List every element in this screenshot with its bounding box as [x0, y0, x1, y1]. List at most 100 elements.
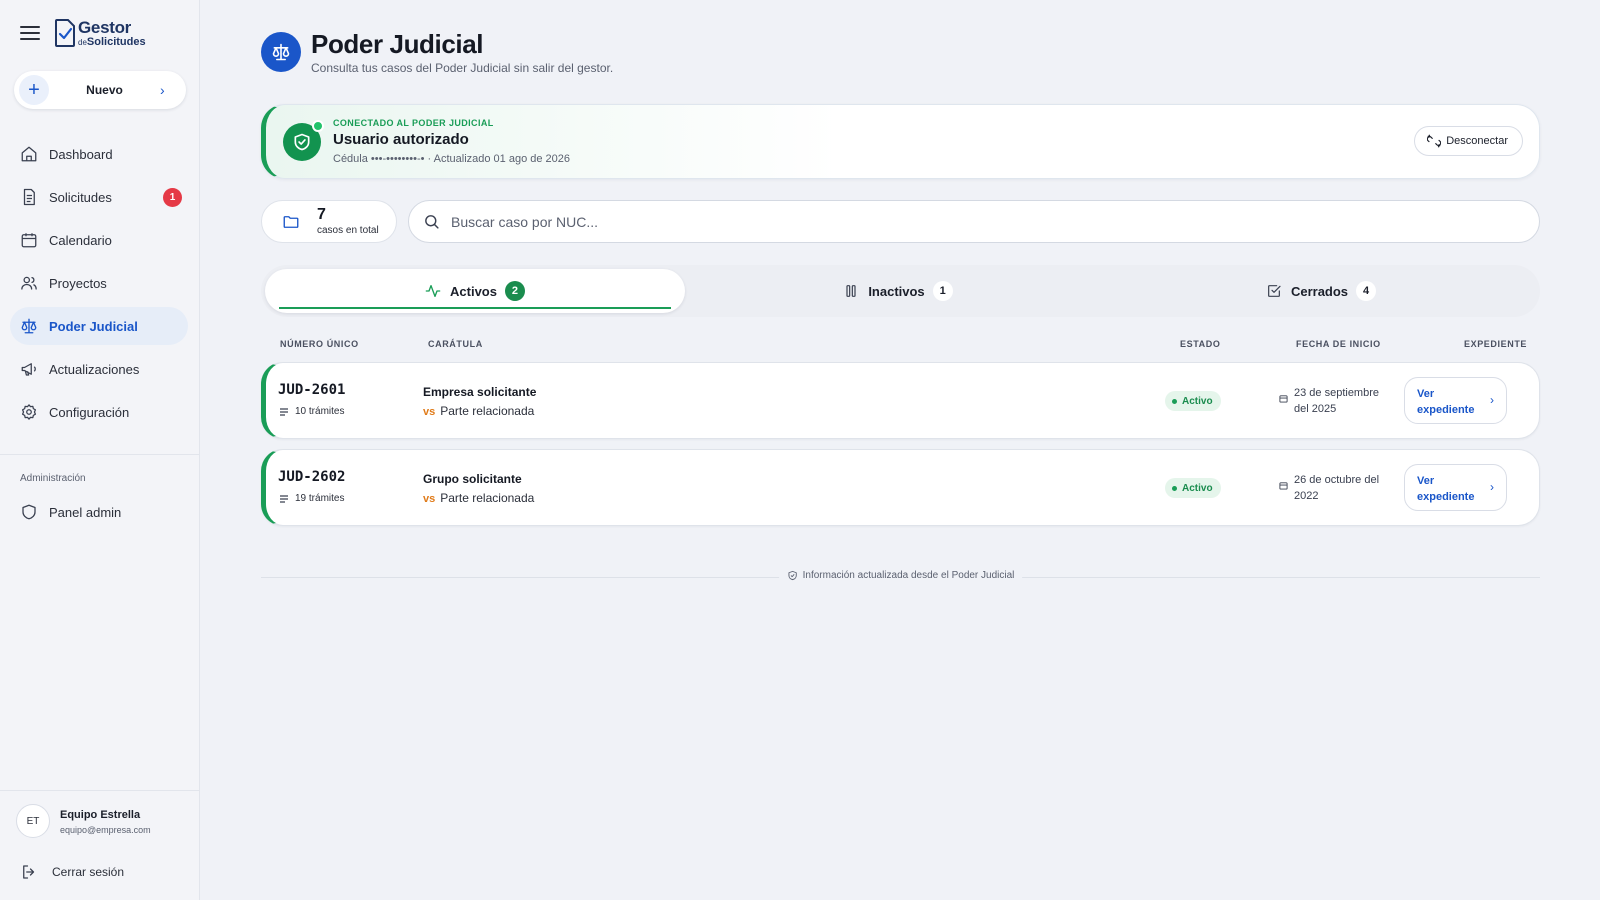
table-header: NÚMERO ÚNICO CARÁTULA ESTADO FECHA DE IN…	[261, 339, 1540, 353]
logout-icon	[23, 865, 35, 879]
chevron-right-icon: ›	[1490, 393, 1494, 407]
page-subtitle: Consulta tus casos del Poder Judicial si…	[311, 61, 614, 75]
sidebar-item-proyectos[interactable]: Proyectos	[10, 264, 188, 302]
brand: Gestor deSolicitudes	[20, 18, 146, 48]
activity-icon	[425, 285, 441, 297]
sidebar-item-label: Poder Judicial	[49, 318, 138, 334]
tab-activos[interactable]: Activos 2	[265, 269, 685, 313]
page-title: Poder Judicial	[311, 29, 484, 59]
folder-icon	[283, 215, 299, 228]
document-check-icon	[55, 19, 75, 47]
chevron-right-icon: ›	[160, 82, 165, 98]
connection-status-card: CONECTADO AL PODER JUDICIAL Usuario auto…	[261, 104, 1540, 179]
user-name: Equipo Estrella	[60, 809, 141, 821]
tab-label: Activos	[450, 283, 497, 299]
calendar-icon	[1279, 395, 1288, 403]
check-square-icon	[1268, 285, 1281, 297]
app-logo[interactable]: Gestor deSolicitudes	[54, 18, 146, 48]
column-header-estado: ESTADO	[1180, 339, 1221, 349]
calendar-icon	[1279, 482, 1288, 490]
table-row: JUD-2601 10 trámites Empresa solicitante…	[261, 362, 1540, 439]
search-icon	[425, 215, 439, 229]
case-party-opponent: vs Parte relacionada	[423, 491, 535, 505]
logo-title: Gestor	[78, 17, 131, 37]
status-badge: Activo	[1165, 391, 1221, 411]
tab-label: Cerrados	[1290, 283, 1349, 299]
tab-count: 2	[504, 281, 525, 301]
shield-check-icon	[787, 570, 797, 581]
logo-subtitle: deSolicitudes	[78, 35, 146, 48]
sidebar-item-solicitudes[interactable]: Solicitudes 1	[10, 178, 188, 216]
sidebar-item-dashboard[interactable]: Dashboard	[10, 135, 188, 173]
column-header-fecha: FECHA DE INICIO	[1296, 339, 1381, 349]
sidebar-item-label: Proyectos	[49, 275, 107, 291]
list-icon	[280, 494, 288, 503]
total-cases-card: 7 casos en total	[261, 200, 397, 243]
case-status-tabs: Activos 2 Inactivos 1 Cerrados 4	[261, 265, 1540, 317]
disconnect-button[interactable]: Desconectar	[1414, 126, 1523, 156]
panel-admin-link[interactable]: Panel admin	[10, 493, 188, 531]
sidebar-item-label: Calendario	[49, 232, 112, 248]
data-source-note: Información actualizada desde el Poder J…	[261, 570, 1540, 584]
case-number: JUD-2601	[278, 382, 346, 398]
main-content: Poder Judicial Consulta tus casos del Po…	[200, 0, 1600, 900]
scales-icon	[261, 32, 301, 72]
document-icon	[23, 188, 35, 206]
column-header-expediente: EXPEDIENTE	[1464, 339, 1528, 349]
tab-label: Inactivos	[868, 283, 925, 299]
unlink-icon	[1427, 134, 1442, 148]
case-party-opponent: vs Parte relacionada	[423, 404, 535, 418]
search-input[interactable]	[451, 213, 1501, 230]
scales-icon	[21, 318, 37, 334]
megaphone-icon	[21, 363, 36, 376]
users-icon	[21, 276, 37, 290]
page-header: Poder Judicial Consulta tus casos del Po…	[261, 29, 613, 75]
menu-icon[interactable]	[20, 26, 40, 40]
view-file-label: Ver expediente	[1417, 388, 1475, 416]
case-tramites: 10 trámites	[279, 406, 344, 417]
search-bar	[408, 200, 1540, 243]
tab-inactivos[interactable]: Inactivos 1	[688, 269, 1108, 313]
user-profile: ET Equipo Estrella equipo@empresa.com Ce…	[0, 790, 200, 900]
connection-title: Usuario autorizado	[333, 131, 469, 148]
status-badge: Activo	[1165, 478, 1221, 498]
sidebar-item-label: Actualizaciones	[49, 361, 140, 377]
online-indicator	[312, 120, 324, 132]
view-file-button[interactable]: Ver expediente ›	[1404, 464, 1507, 511]
case-start-date: 26 de octubre del 2022	[1279, 472, 1389, 504]
home-icon	[21, 146, 37, 162]
total-cases-label: casos en total	[317, 225, 379, 236]
list-icon	[280, 407, 288, 416]
view-file-button[interactable]: Ver expediente ›	[1404, 377, 1507, 424]
case-start-date: 23 de septiembre del 2025	[1279, 385, 1389, 417]
tab-cerrados[interactable]: Cerrados 4	[1111, 269, 1531, 313]
sidebar-nav: Dashboard Solicitudes 1 Calendario Proye…	[0, 135, 200, 436]
column-header-caratula: CARÁTULA	[428, 339, 483, 349]
sidebar-item-label: Solicitudes	[49, 189, 112, 205]
new-button-label: Nuevo	[86, 83, 123, 97]
tab-count: 1	[932, 281, 953, 301]
sidebar-item-poder-judicial[interactable]: Poder Judicial	[10, 307, 188, 345]
case-party-main: Grupo solicitante	[423, 472, 522, 486]
plus-icon: +	[19, 75, 49, 105]
sidebar-item-label: Configuración	[49, 404, 130, 420]
case-number: JUD-2602	[278, 469, 346, 485]
calendar-icon	[21, 233, 37, 248]
admin-section-label: Administración	[20, 473, 86, 484]
table-row: JUD-2602 19 trámites Grupo solicitante v…	[261, 449, 1540, 526]
logout-button[interactable]: Cerrar sesión	[20, 863, 124, 881]
connection-meta: Cédula •••-••••••••-• · Actualizado 01 a…	[333, 153, 571, 165]
connection-kicker: CONECTADO AL PODER JUDICIAL	[333, 118, 494, 128]
user-email: equipo@empresa.com	[60, 825, 151, 835]
shield-check-icon	[283, 120, 324, 161]
avatar[interactable]: ET	[16, 804, 50, 838]
total-cases-count: 7	[317, 206, 326, 223]
sidebar-item-panel-admin: Panel admin	[10, 493, 188, 531]
shield-icon	[22, 504, 36, 520]
sidebar-item-actualizaciones[interactable]: Actualizaciones	[10, 350, 188, 388]
new-button[interactable]: + Nuevo ›	[14, 71, 186, 109]
view-file-label: Ver expediente	[1417, 475, 1475, 503]
sidebar-item-configuracion[interactable]: Configuración	[10, 393, 188, 431]
sidebar-divider	[0, 454, 200, 455]
sidebar-item-calendario[interactable]: Calendario	[10, 221, 188, 259]
